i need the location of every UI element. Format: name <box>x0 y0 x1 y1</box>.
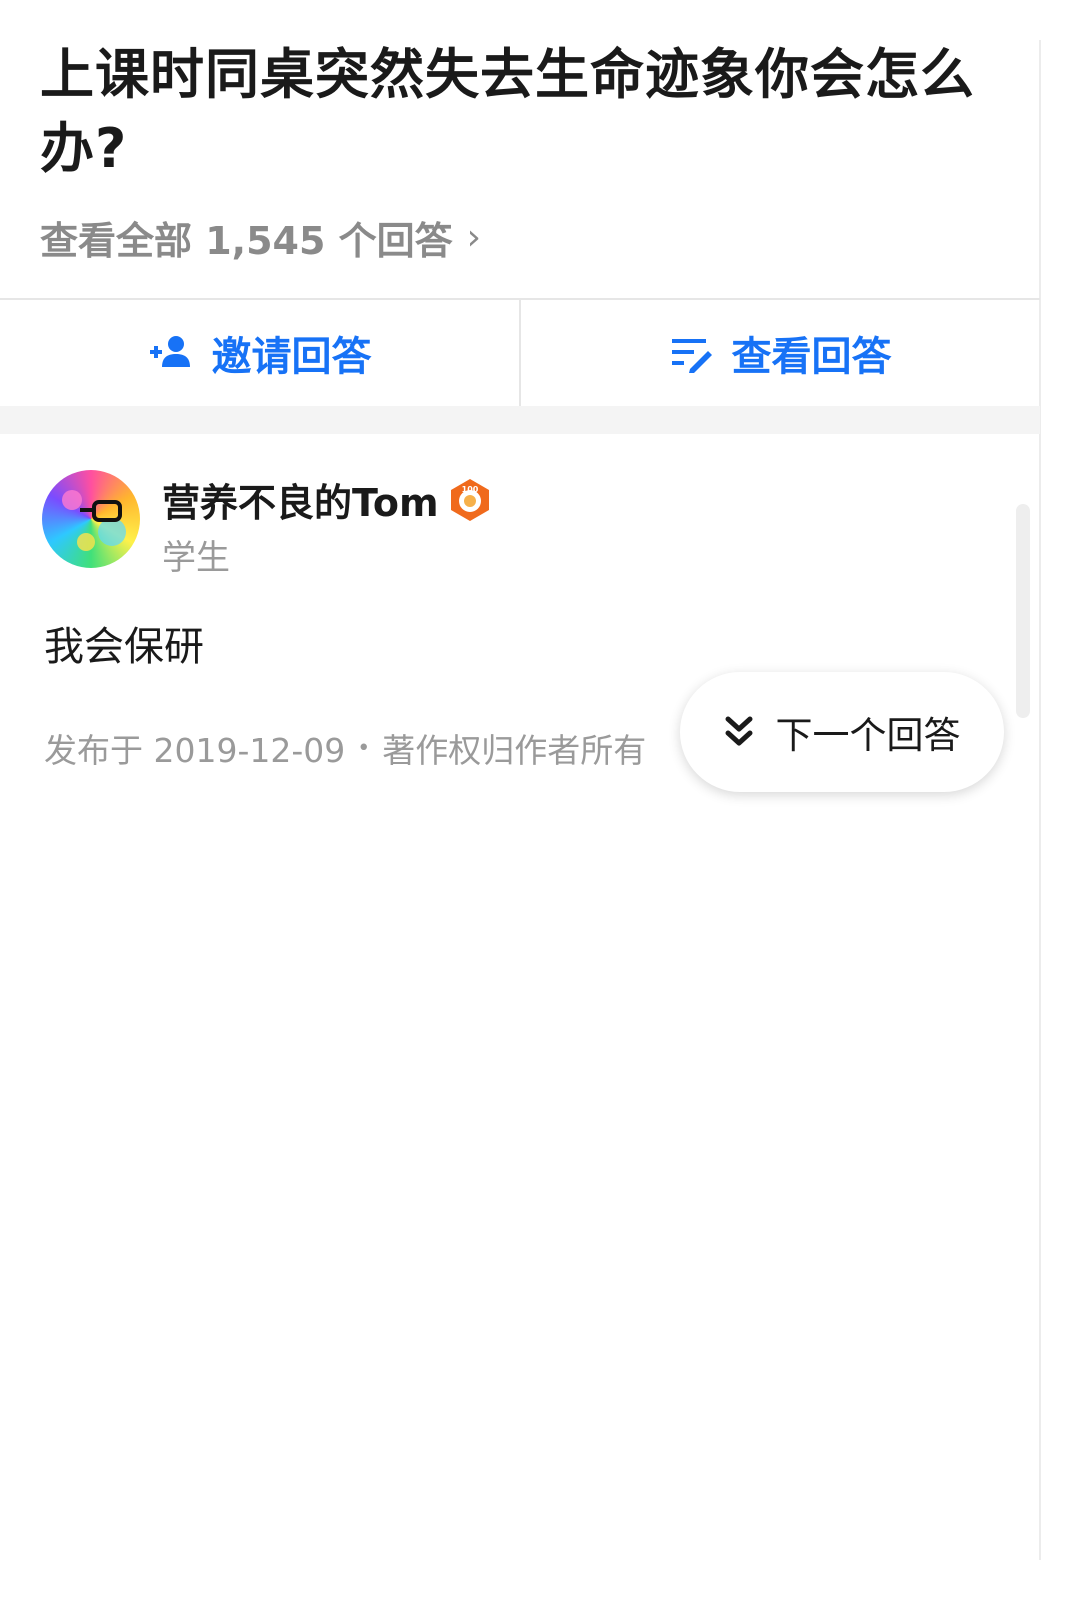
author-name[interactable]: 营养不良的Tom 100 <box>162 472 493 527</box>
section-gap <box>0 406 1040 434</box>
next-answer-label: 下一个回答 <box>775 714 961 757</box>
view-answers-label: 查看回答 <box>731 334 892 380</box>
badge-text: 100 <box>461 485 478 494</box>
author-name-text: 营养不良的Tom <box>162 481 439 525</box>
scrollbar[interactable] <box>1016 504 1030 718</box>
chevron-right-icon: › <box>466 217 482 258</box>
list-edit-icon <box>671 339 712 373</box>
action-bar: 邀请回答 查看回答 <box>0 300 1040 406</box>
answer-meta: 发布于 2019-12-09 • 著作权归作者所有 <box>44 724 646 772</box>
double-chevron-down-icon <box>725 716 752 746</box>
add-person-icon <box>149 336 190 367</box>
meta-separator-dot: • <box>357 735 371 761</box>
next-answer-button[interactable]: 下一个回答 <box>680 672 1004 792</box>
view-all-answers-link[interactable]: 查看全部 1,545 个回答 › <box>40 210 481 265</box>
invite-answer-label: 邀请回答 <box>211 334 372 380</box>
invite-answer-button[interactable]: 邀请回答 <box>0 300 519 406</box>
avatar[interactable] <box>42 470 140 568</box>
author-bio: 学生 <box>162 538 230 578</box>
copyright-notice: 著作权归作者所有 <box>382 731 647 770</box>
achievement-badge-icon: 100 <box>450 478 489 521</box>
question-title: 上课时同桌突然失去生命迹象你会怎么办? <box>40 43 975 180</box>
view-all-answers-label: 查看全部 1,545 个回答 <box>40 219 453 263</box>
publish-date: 发布于 2019-12-09 <box>44 731 346 770</box>
question-header: 上课时同桌突然失去生命迹象你会怎么办? 查看全部 1,545 个回答 › <box>0 0 1040 300</box>
answer-content: 我会保研 <box>44 624 204 670</box>
view-answers-button[interactable]: 查看回答 <box>521 300 1040 406</box>
